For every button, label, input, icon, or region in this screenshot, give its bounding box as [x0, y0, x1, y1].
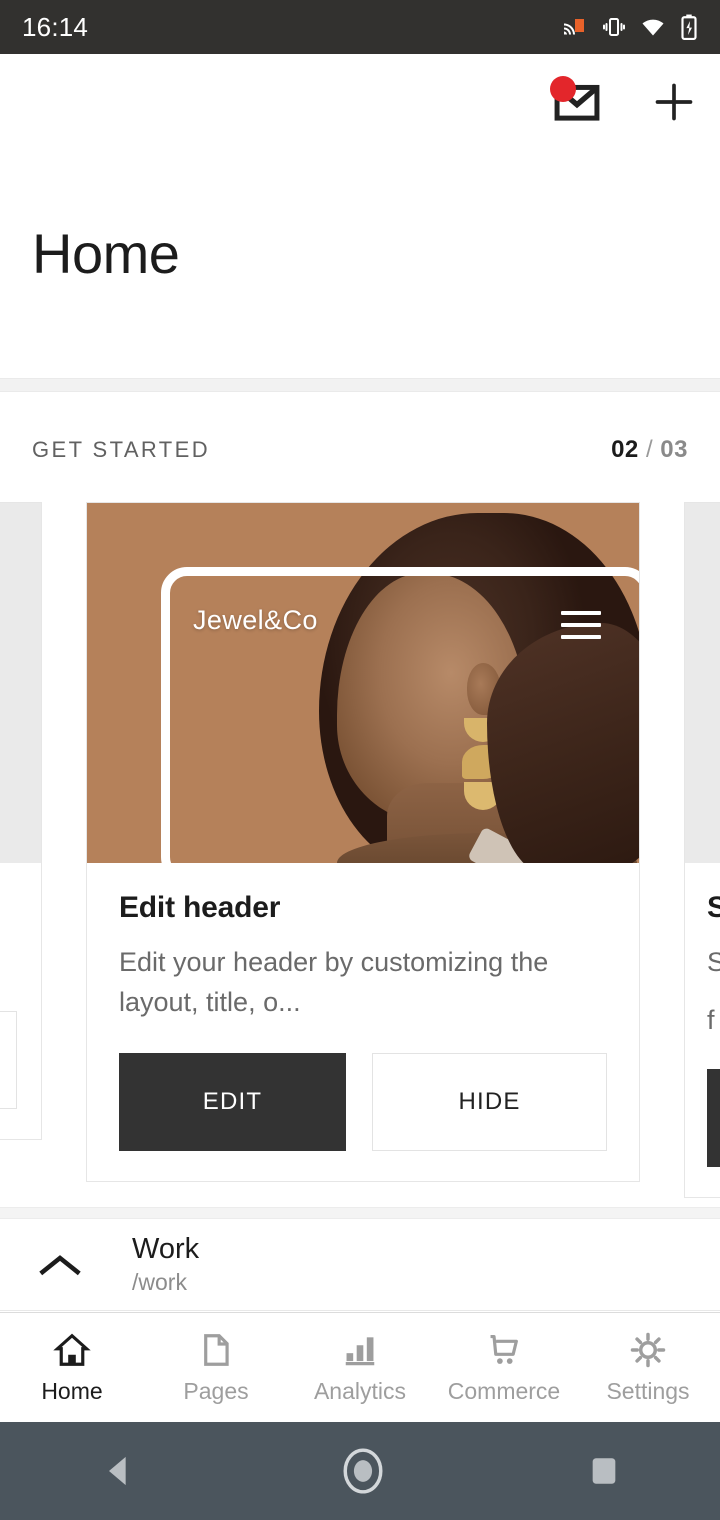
nav-label: Home: [41, 1377, 103, 1404]
nav-label: Pages: [183, 1377, 249, 1404]
card-title: S: [707, 891, 720, 924]
collapse-toggle[interactable]: [32, 1252, 88, 1278]
battery-charging-icon: [681, 14, 697, 40]
chevron-up-icon: [39, 1254, 81, 1275]
app-bar: [0, 54, 720, 164]
card-actions: EDIT HIDE: [119, 1053, 607, 1151]
page-title: Home: [32, 222, 180, 285]
card-title: Edit header: [119, 891, 281, 924]
edit-button[interactable]: EDIT: [119, 1053, 347, 1151]
vibrate-icon: [603, 18, 625, 36]
card-description-line-1: S: [707, 947, 720, 977]
android-status-bar: 16:14: [0, 0, 720, 54]
card-secondary-button[interactable]: [0, 1010, 17, 1109]
section-divider-band: [0, 378, 720, 392]
nav-label: Analytics: [313, 1377, 407, 1404]
counter-total: 03: [660, 436, 688, 463]
carousel-card-next[interactable]: S S f: [684, 502, 720, 1198]
nav-label: Commerce: [447, 1377, 561, 1404]
hide-button[interactable]: HIDE: [372, 1053, 607, 1151]
carousel-card-active[interactable]: Jewel&Co Edit header Edit your header by…: [86, 502, 640, 1182]
home-icon: [53, 1333, 91, 1366]
app-bar-actions: [550, 76, 696, 124]
bar-chart-icon: [345, 1336, 375, 1365]
nav-item-home[interactable]: Home: [0, 1331, 144, 1405]
cart-icon: [490, 1334, 518, 1364]
get-started-header: GET STARTED 02 / 03: [0, 392, 720, 464]
card-body: S S f: [685, 863, 720, 1197]
get-started-counter: 02 / 03: [611, 436, 688, 464]
page-list-item-work[interactable]: Work /work: [0, 1219, 720, 1311]
cast-icon: [564, 19, 584, 35]
counter-current: 02: [611, 436, 639, 463]
home-circle-icon[interactable]: [337, 1445, 389, 1497]
nav-item-commerce[interactable]: Commerce: [432, 1331, 576, 1405]
page-item-texts: Work /work: [132, 1233, 199, 1295]
recents-square-icon[interactable]: [587, 1454, 621, 1488]
mail-button[interactable]: [550, 76, 600, 124]
card-body: [0, 863, 41, 1139]
get-started-carousel[interactable]: Jewel&Co Edit header Edit your header by…: [0, 502, 720, 1207]
card-image-placeholder: [685, 503, 720, 863]
card-body: Edit header Edit your header by customiz…: [87, 863, 639, 1181]
nav-item-analytics[interactable]: Analytics: [288, 1331, 432, 1405]
status-icon-group: [560, 14, 698, 40]
app-root: 16:14 Home GET STARTED 02 / 03 Jewel&Co …: [0, 0, 720, 1520]
get-started-label: GET STARTED: [32, 437, 210, 462]
card-primary-button[interactable]: [707, 1068, 720, 1167]
bottom-navigation: Home Pages Analytics Commerce Settings: [0, 1312, 720, 1422]
gear-icon: [630, 1332, 666, 1367]
card-image: Jewel&Co: [87, 503, 639, 863]
card-description: Edit your header by customizing the layo…: [119, 947, 549, 1017]
pages-section-divider: [0, 1207, 720, 1219]
carousel-card-previous[interactable]: [0, 502, 42, 1140]
site-brand-text: Jewel&Co: [193, 605, 318, 635]
nav-label: Settings: [606, 1377, 690, 1404]
card-description-line-2: f: [707, 1004, 715, 1035]
hamburger-icon: [561, 611, 601, 647]
page-item-name: Work: [132, 1233, 200, 1266]
page-icon: [204, 1333, 229, 1366]
nav-item-pages[interactable]: Pages: [144, 1331, 288, 1405]
status-time: 16:14: [22, 11, 89, 42]
page-item-path: /work: [132, 1268, 187, 1295]
counter-separator: /: [645, 436, 654, 463]
wifi-icon: [642, 19, 664, 36]
unread-badge-dot: [550, 76, 576, 102]
android-navigation-bar: [0, 1422, 720, 1520]
add-button[interactable]: [652, 80, 696, 124]
card-image-placeholder: [0, 503, 41, 863]
back-triangle-icon[interactable]: [99, 1451, 139, 1491]
nav-item-settings[interactable]: Settings: [576, 1331, 720, 1405]
